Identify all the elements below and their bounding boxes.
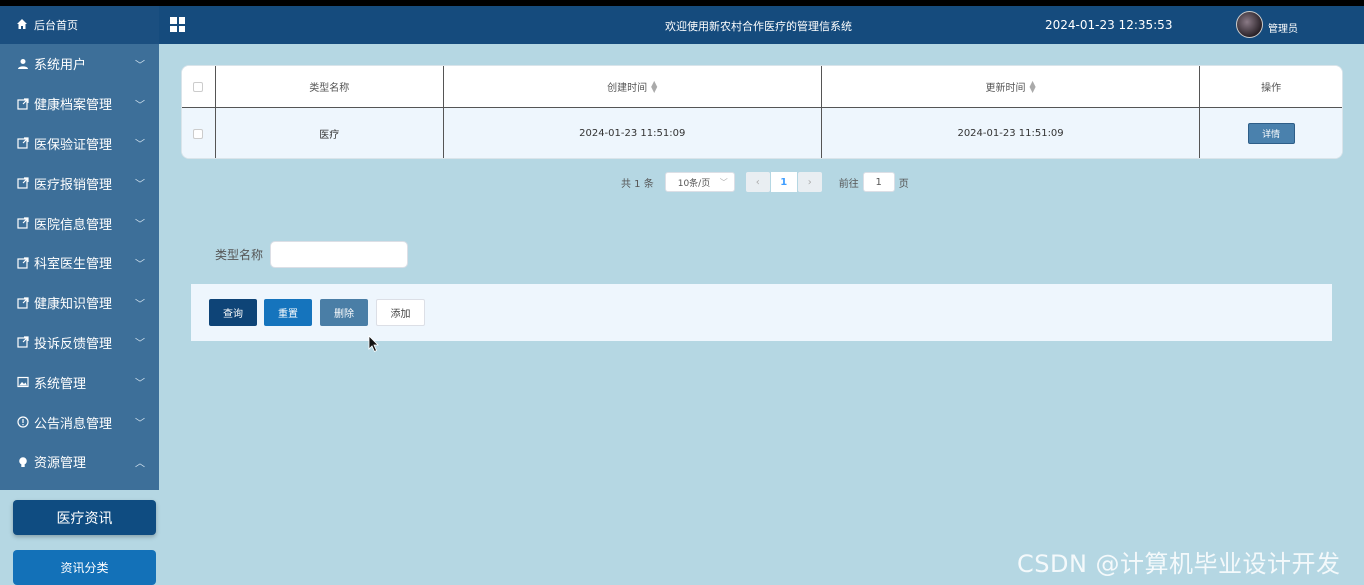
- chevron-down-icon: ﹀: [135, 338, 145, 350]
- col-updated-time[interactable]: 更新时间 ▲ ▼: [822, 66, 1201, 107]
- mouse-cursor-icon: [368, 335, 379, 353]
- chevron-down-icon: ﹀: [719, 177, 728, 187]
- cell-type-name: 医疗: [216, 108, 444, 158]
- goto-label: 前往: [838, 178, 859, 190]
- sidebar-item-label: 公告消息管理: [34, 416, 113, 432]
- cell-updated-time: 2024-01-23 11:51:09: [822, 108, 1201, 158]
- data-table: 类型名称 创建时间 ▲ ▼ 更新时间 ▲ ▼ 操作 医疗 2024-01-23 11:5…: [181, 65, 1343, 159]
- external-icon: [16, 97, 30, 111]
- page-number[interactable]: 1: [770, 172, 797, 192]
- top-header: 欢迎使用新农村合作医疗的管理信系统 2024-01-23 12:35:53 管理…: [159, 6, 1364, 44]
- header-checkbox-cell: [182, 66, 216, 107]
- system-title: 欢迎使用新农村合作医疗的管理信系统: [665, 20, 852, 33]
- col-created-time[interactable]: 创建时间 ▲ ▼: [444, 66, 822, 107]
- add-button[interactable]: 添加: [376, 299, 425, 326]
- sort-icon[interactable]: ▲ ▼: [651, 79, 657, 93]
- chevron-down-icon: ﹀: [135, 139, 145, 151]
- sidebar-item-feedback[interactable]: 投诉反馈管理 ﹀: [0, 323, 159, 363]
- sidebar-item-label: 系统管理: [34, 376, 87, 392]
- sidebar-item-label: 医院信息管理: [34, 217, 113, 233]
- page-size-value: 10条/页: [677, 178, 711, 189]
- row-checkbox[interactable]: [193, 128, 204, 139]
- cell-actions: 详情: [1200, 108, 1342, 158]
- sidebar-item-reimbursement[interactable]: 医疗报销管理 ﹀: [0, 163, 159, 203]
- row-checkbox-cell: [182, 108, 216, 158]
- type-name-input[interactable]: [270, 241, 408, 268]
- chevron-down-icon: ﹀: [135, 299, 145, 311]
- pagination: 共 1 条 10条/页 ﹀ ‹ 1 › 前往 1 页: [621, 172, 909, 192]
- sidebar-item-doctors[interactable]: 科室医生管理 ﹀: [0, 243, 159, 283]
- sidebar-home[interactable]: 后台首页: [0, 6, 159, 44]
- external-icon: [16, 296, 30, 310]
- chevron-down-icon: ﹀: [135, 60, 145, 72]
- sidebar-item-label: 医疗报销管理: [34, 177, 113, 193]
- chevron-down-icon: ﹀: [135, 179, 145, 191]
- chevron-down-icon: ﹀: [135, 378, 145, 390]
- external-icon: [16, 176, 30, 190]
- sidebar-item-label: 健康知识管理: [34, 297, 113, 313]
- submenu-area: 医疗资讯 资讯分类: [0, 490, 159, 585]
- picture-icon: [16, 375, 30, 389]
- sidebar-home-label: 后台首页: [34, 19, 78, 32]
- watermark: CSDN @计算机毕业设计开发: [1017, 550, 1341, 578]
- total-count: 共 1 条: [621, 178, 654, 190]
- query-button[interactable]: 查询: [209, 299, 257, 326]
- sort-icon[interactable]: ▲ ▼: [1029, 79, 1035, 93]
- chevron-up-icon: ︿: [135, 458, 145, 470]
- sidebar-item-resources[interactable]: 资源管理 ︿: [0, 442, 159, 482]
- sidebar-item-label: 资源管理: [34, 456, 87, 472]
- avatar[interactable]: [1236, 11, 1263, 38]
- external-icon: [16, 256, 30, 270]
- grid-menu-icon[interactable]: [170, 17, 185, 32]
- chevron-down-icon: ﹀: [135, 100, 145, 112]
- sidebar-item-label: 投诉反馈管理: [34, 336, 113, 352]
- cell-created-time: 2024-01-23 11:51:09: [444, 108, 822, 158]
- submenu-news-category[interactable]: 资讯分类: [13, 550, 156, 585]
- sidebar-item-label: 系统用户: [34, 58, 87, 74]
- chevron-down-icon: ﹀: [135, 418, 145, 430]
- table-row: 医疗 2024-01-23 11:51:09 2024-01-23 11:51:…: [182, 108, 1342, 158]
- sidebar-item-users[interactable]: 系统用户 ﹀: [0, 44, 159, 84]
- detail-button[interactable]: 详情: [1247, 123, 1295, 144]
- submenu-medical-news[interactable]: 医疗资讯: [13, 500, 156, 535]
- username[interactable]: 管理员: [1268, 20, 1298, 35]
- bulb-icon: [16, 455, 30, 469]
- prev-page-button[interactable]: ‹: [745, 172, 770, 192]
- current-datetime: 2024-01-23 12:35:53: [1045, 18, 1173, 32]
- sidebar-item-knowledge[interactable]: 健康知识管理 ﹀: [0, 283, 159, 323]
- sidebar-item-label: 健康档案管理: [34, 98, 113, 114]
- external-icon: [16, 136, 30, 150]
- action-bar: 查询 重置 删除 添加: [191, 284, 1332, 341]
- search-label: 类型名称: [215, 248, 264, 262]
- col-label: 创建时间: [607, 83, 648, 94]
- sidebar: 后台首页 系统用户 ﹀ 健康档案管理 ﹀ 医保验证管理 ﹀ 医疗报销管理 ﹀ 医…: [0, 6, 159, 585]
- col-actions: 操作: [1261, 83, 1282, 94]
- table-header: 类型名称 创建时间 ▲ ▼ 更新时间 ▲ ▼ 操作: [182, 66, 1342, 108]
- reset-button[interactable]: 重置: [264, 299, 312, 326]
- sidebar-item-insurance[interactable]: 医保验证管理 ﹀: [0, 124, 159, 164]
- user-icon: [16, 57, 30, 71]
- external-icon: [16, 335, 30, 349]
- sidebar-item-system[interactable]: 系统管理 ﹀: [0, 362, 159, 402]
- col-type-name: 类型名称: [216, 66, 444, 107]
- external-icon: [16, 216, 30, 230]
- sidebar-item-label: 医保验证管理: [34, 137, 113, 153]
- goto-page-input[interactable]: 1: [862, 172, 895, 192]
- home-icon: [16, 18, 30, 33]
- sidebar-item-label: 科室医生管理: [34, 257, 113, 273]
- sidebar-item-hospital[interactable]: 医院信息管理 ﹀: [0, 203, 159, 243]
- info-icon: [16, 415, 30, 429]
- chevron-down-icon: ﹀: [135, 259, 145, 271]
- chevron-down-icon: ﹀: [135, 219, 145, 231]
- delete-button[interactable]: 删除: [320, 299, 368, 326]
- col-label: 更新时间: [985, 83, 1026, 94]
- page-size-select[interactable]: 10条/页 ﹀: [664, 172, 735, 192]
- next-page-button[interactable]: ›: [797, 172, 822, 192]
- sidebar-item-health-records[interactable]: 健康档案管理 ﹀: [0, 84, 159, 124]
- page-suffix: 页: [898, 178, 909, 190]
- select-all-checkbox[interactable]: [193, 81, 204, 92]
- sidebar-item-notices[interactable]: 公告消息管理 ﹀: [0, 402, 159, 442]
